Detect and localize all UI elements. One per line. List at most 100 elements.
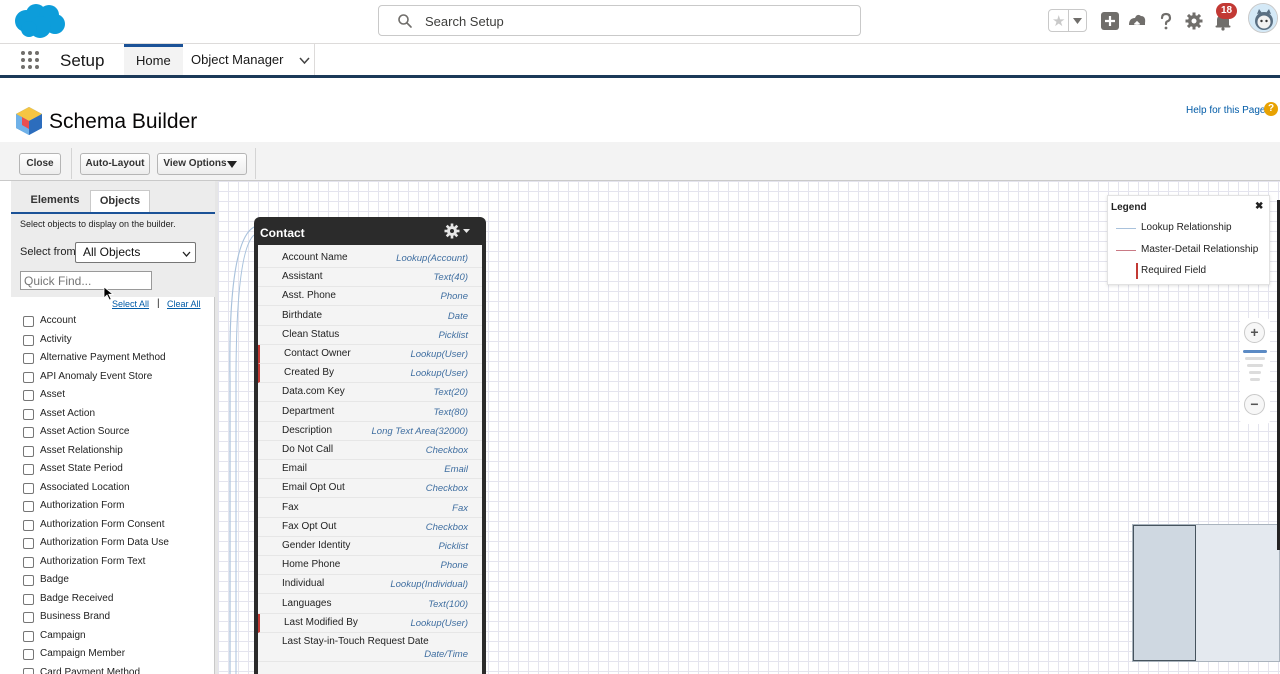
object-list-item[interactable]: Asset Relationship — [23, 443, 213, 459]
object-checkbox[interactable] — [23, 501, 34, 512]
object-list-item[interactable]: API Anomaly Event Store — [23, 369, 213, 385]
object-list-item[interactable]: Asset Action — [23, 406, 213, 422]
object-list-item[interactable]: Badge — [23, 572, 213, 588]
zoom-level[interactable] — [1249, 371, 1261, 374]
quick-find-input[interactable] — [20, 271, 152, 290]
field-row[interactable]: Fax Opt Out Checkbox — [258, 518, 482, 537]
canvas-minimap[interactable] — [1132, 524, 1280, 662]
search-input[interactable] — [425, 10, 845, 32]
app-launcher-icon[interactable] — [21, 51, 41, 71]
tab-elements[interactable]: Elements — [21, 190, 89, 212]
object-checkbox[interactable] — [23, 556, 34, 568]
object-list-item[interactable]: Authorization Form Text — [23, 554, 213, 570]
field-row[interactable]: Email Email — [258, 460, 482, 480]
object-list-item[interactable]: Authorization Form Consent — [23, 517, 213, 533]
chevron-down-icon[interactable] — [298, 55, 310, 66]
legend-close-icon[interactable]: ✖ — [1255, 201, 1263, 212]
field-row[interactable]: Gender Identity Picklist — [258, 537, 482, 556]
favorite-star-icon[interactable]: ★ — [1049, 10, 1070, 31]
user-avatar[interactable] — [1248, 3, 1278, 33]
zoom-out-button[interactable]: − — [1244, 394, 1265, 415]
object-checkbox[interactable] — [23, 390, 34, 401]
field-name: Individual — [282, 578, 325, 590]
minimap-viewport[interactable] — [1133, 525, 1196, 661]
field-row[interactable]: Home Phone Phone — [258, 556, 482, 576]
object-checkbox[interactable] — [23, 408, 34, 420]
select-all-link[interactable]: Select All — [112, 299, 149, 309]
field-row[interactable]: Data.com Key Text(20) — [258, 383, 482, 403]
field-row[interactable]: Last Modified By Lookup(User) — [258, 613, 482, 633]
object-checkbox[interactable] — [23, 316, 34, 327]
favorites-dropdown-icon[interactable] — [1069, 10, 1086, 31]
setup-search[interactable] — [378, 5, 861, 36]
object-checkbox[interactable] — [23, 334, 34, 346]
close-button[interactable]: Close — [19, 153, 61, 175]
field-row[interactable]: Account Name Lookup(Account) — [258, 249, 482, 268]
field-row[interactable]: Asst. Phone Phone — [258, 287, 482, 307]
global-actions-icon[interactable] — [1099, 10, 1121, 32]
field-row[interactable]: Created By Lookup(User) — [258, 364, 482, 384]
object-list-item[interactable]: Card Payment Method — [23, 665, 213, 674]
object-checkbox[interactable] — [23, 612, 34, 623]
object-list-item[interactable]: Associated Location — [23, 480, 213, 496]
help-icon[interactable] — [1155, 10, 1177, 32]
tab-home[interactable]: Home — [124, 44, 183, 75]
object-list-item[interactable]: Campaign — [23, 628, 213, 644]
select-from-dropdown[interactable]: All Objects — [75, 242, 196, 263]
field-row[interactable]: Birthdate Date — [258, 307, 482, 326]
field-row[interactable]: Contact Owner Lookup(User) — [258, 345, 482, 364]
zoom-level[interactable] — [1247, 364, 1263, 367]
object-checkbox[interactable] — [23, 667, 34, 674]
object-list-item[interactable]: Alternative Payment Method — [23, 350, 213, 366]
object-checkbox[interactable] — [23, 538, 34, 549]
field-row[interactable]: Fax Fax — [258, 499, 482, 518]
tab-object-manager[interactable]: Object Manager — [179, 44, 322, 75]
clear-all-link[interactable]: Clear All — [167, 299, 201, 309]
object-list-item[interactable]: Activity — [23, 332, 213, 348]
object-checkbox[interactable] — [23, 371, 34, 383]
setup-gear-icon[interactable] — [1183, 10, 1205, 32]
object-list-item[interactable]: Authorization Form — [23, 498, 213, 514]
object-settings-gear-icon[interactable] — [444, 222, 474, 240]
object-list-item[interactable]: Account — [23, 313, 213, 329]
object-checkbox[interactable] — [23, 593, 34, 605]
field-row[interactable]: Languages Text(100) — [258, 595, 482, 614]
object-list-item[interactable]: Business Brand — [23, 609, 213, 625]
field-type: Checkbox — [425, 483, 468, 495]
tab-objects[interactable]: Objects — [90, 190, 150, 212]
zoom-level[interactable] — [1245, 357, 1265, 360]
salesforce-cloud-logo[interactable] — [12, 3, 66, 39]
contact-object-card[interactable]: Contact Account Name Lookup(Account) Assis… — [254, 217, 486, 674]
object-checkbox[interactable] — [23, 445, 34, 457]
object-checkbox[interactable] — [23, 649, 34, 660]
field-row[interactable]: Department Text(80) — [258, 403, 482, 422]
object-list-item[interactable]: Asset Action Source — [23, 424, 213, 440]
object-list-item[interactable]: Asset State Period — [23, 461, 213, 477]
field-row[interactable]: Last Stay-in-Touch Request Date Date/Time — [258, 633, 482, 662]
view-options-button[interactable]: View Options — [157, 153, 247, 175]
help-for-page-link[interactable]: Help for this Page — [1186, 105, 1266, 116]
object-checkbox[interactable] — [23, 519, 34, 531]
auto-layout-button[interactable]: Auto-Layout — [80, 153, 150, 175]
field-row[interactable]: Individual Lookup(Individual) — [258, 575, 482, 595]
zoom-level-active[interactable] — [1243, 350, 1267, 353]
object-checkbox[interactable] — [23, 353, 34, 364]
object-checkbox[interactable] — [23, 575, 34, 586]
help-question-icon[interactable]: ? — [1264, 102, 1278, 116]
object-list-item[interactable]: Authorization Form Data Use — [23, 535, 213, 551]
field-row[interactable]: Description Long Text Area(32000) — [258, 422, 482, 441]
zoom-level[interactable] — [1250, 378, 1260, 381]
trailhead-icon[interactable] — [1126, 10, 1148, 32]
object-list-item[interactable]: Badge Received — [23, 591, 213, 607]
object-checkbox[interactable] — [23, 427, 34, 438]
zoom-in-button[interactable]: + — [1244, 322, 1265, 343]
object-checkbox[interactable] — [23, 482, 34, 494]
field-row[interactable]: Do Not Call Checkbox — [258, 441, 482, 460]
object-list-item[interactable]: Asset — [23, 387, 213, 403]
field-row[interactable]: Email Opt Out Checkbox — [258, 479, 482, 499]
object-list-item[interactable]: Campaign Member — [23, 646, 213, 662]
field-row[interactable]: Clean Status Picklist — [258, 326, 482, 345]
object-checkbox[interactable] — [23, 464, 34, 475]
object-checkbox[interactable] — [23, 630, 34, 642]
field-row[interactable]: Assistant Text(40) — [258, 268, 482, 288]
